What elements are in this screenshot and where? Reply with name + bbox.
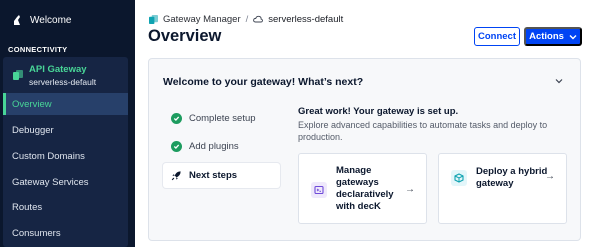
- hybrid-gateway-icon: [451, 170, 467, 186]
- sidebar-item-custom-domains[interactable]: Custom Domains: [3, 145, 128, 167]
- gateway-manager-icon: [149, 15, 158, 24]
- api-gateway-icon: [13, 70, 23, 80]
- sidebar-welcome-label: Welcome: [30, 14, 72, 26]
- check-circle-icon: [171, 141, 182, 152]
- option-manage-with-deck[interactable]: Manage gateways declaratively with decK …: [298, 153, 427, 224]
- step-label: Add plugins: [189, 141, 239, 152]
- rocket-icon: [171, 171, 181, 181]
- step-label: Next steps: [189, 170, 238, 181]
- connect-button[interactable]: Connect: [474, 27, 520, 46]
- breadcrumb-gateway-manager[interactable]: Gateway Manager: [163, 14, 241, 25]
- sidebar-gateway-title: API Gateway: [29, 64, 87, 75]
- kong-logo-icon: [14, 15, 20, 25]
- sidebar-item-consumers[interactable]: Consumers: [3, 222, 128, 244]
- option-label: Manage gateways declaratively with decK: [336, 165, 394, 212]
- option-label: Deploy a hybrid gateway: [476, 166, 548, 189]
- breadcrumb-current[interactable]: serverless-default: [268, 14, 343, 25]
- next-steps-title: Great work! Your gateway is set up.: [298, 106, 459, 117]
- actions-button-label: Actions: [529, 31, 564, 42]
- deck-icon: [311, 182, 327, 198]
- collapse-chevron-icon[interactable]: [555, 77, 563, 85]
- sidebar-item-routes[interactable]: Routes: [3, 196, 128, 218]
- sidebar-gateway-subtitle: serverless-default: [29, 77, 97, 87]
- sidebar-item-label: Debugger: [12, 124, 54, 136]
- step-label: Complete setup: [189, 113, 256, 124]
- chevron-down-icon: [569, 34, 577, 39]
- sidebar-item-label: Consumers: [12, 227, 61, 239]
- sidebar-gateway-header[interactable]: API Gateway serverless-default: [13, 64, 96, 88]
- arrow-right-icon: →: [545, 171, 555, 182]
- step-next-steps[interactable]: Next steps: [163, 163, 280, 188]
- sidebar-item-overview[interactable]: Overview: [3, 93, 128, 115]
- sidebar-welcome[interactable]: Welcome: [12, 12, 72, 28]
- sidebar: Welcome CONNECTIVITY API Gateway serverl…: [0, 0, 135, 247]
- welcome-card: Welcome to your gateway! What’s next? Co…: [148, 58, 581, 241]
- breadcrumb-separator: /: [245, 14, 249, 25]
- sidebar-item-label: Routes: [12, 201, 43, 213]
- sidebar-item-label: Custom Domains: [12, 150, 85, 162]
- cloud-gateway-icon: [253, 15, 264, 23]
- sidebar-section-label: CONNECTIVITY: [8, 45, 68, 54]
- page-title: Overview: [148, 27, 222, 45]
- main-content: Gateway Manager / serverless-default Ove…: [135, 0, 590, 247]
- step-add-plugins[interactable]: Add plugins: [163, 134, 280, 159]
- welcome-card-title: Welcome to your gateway! What’s next?: [163, 76, 364, 88]
- step-complete-setup[interactable]: Complete setup: [163, 106, 280, 131]
- actions-button[interactable]: Actions: [524, 27, 582, 46]
- check-circle-icon: [171, 113, 182, 124]
- sidebar-item-label: Overview: [12, 98, 52, 110]
- sidebar-item-label: Gateway Services: [12, 176, 89, 188]
- next-steps-description: Explore advanced capabilities to automat…: [298, 120, 548, 142]
- arrow-right-icon: →: [405, 184, 415, 195]
- breadcrumb: Gateway Manager / serverless-default: [149, 14, 343, 25]
- sidebar-item-gateway-services[interactable]: Gateway Services: [3, 171, 128, 193]
- sidebar-item-debugger[interactable]: Debugger: [3, 119, 128, 141]
- option-deploy-hybrid-gateway[interactable]: Deploy a hybrid gateway →: [438, 153, 567, 224]
